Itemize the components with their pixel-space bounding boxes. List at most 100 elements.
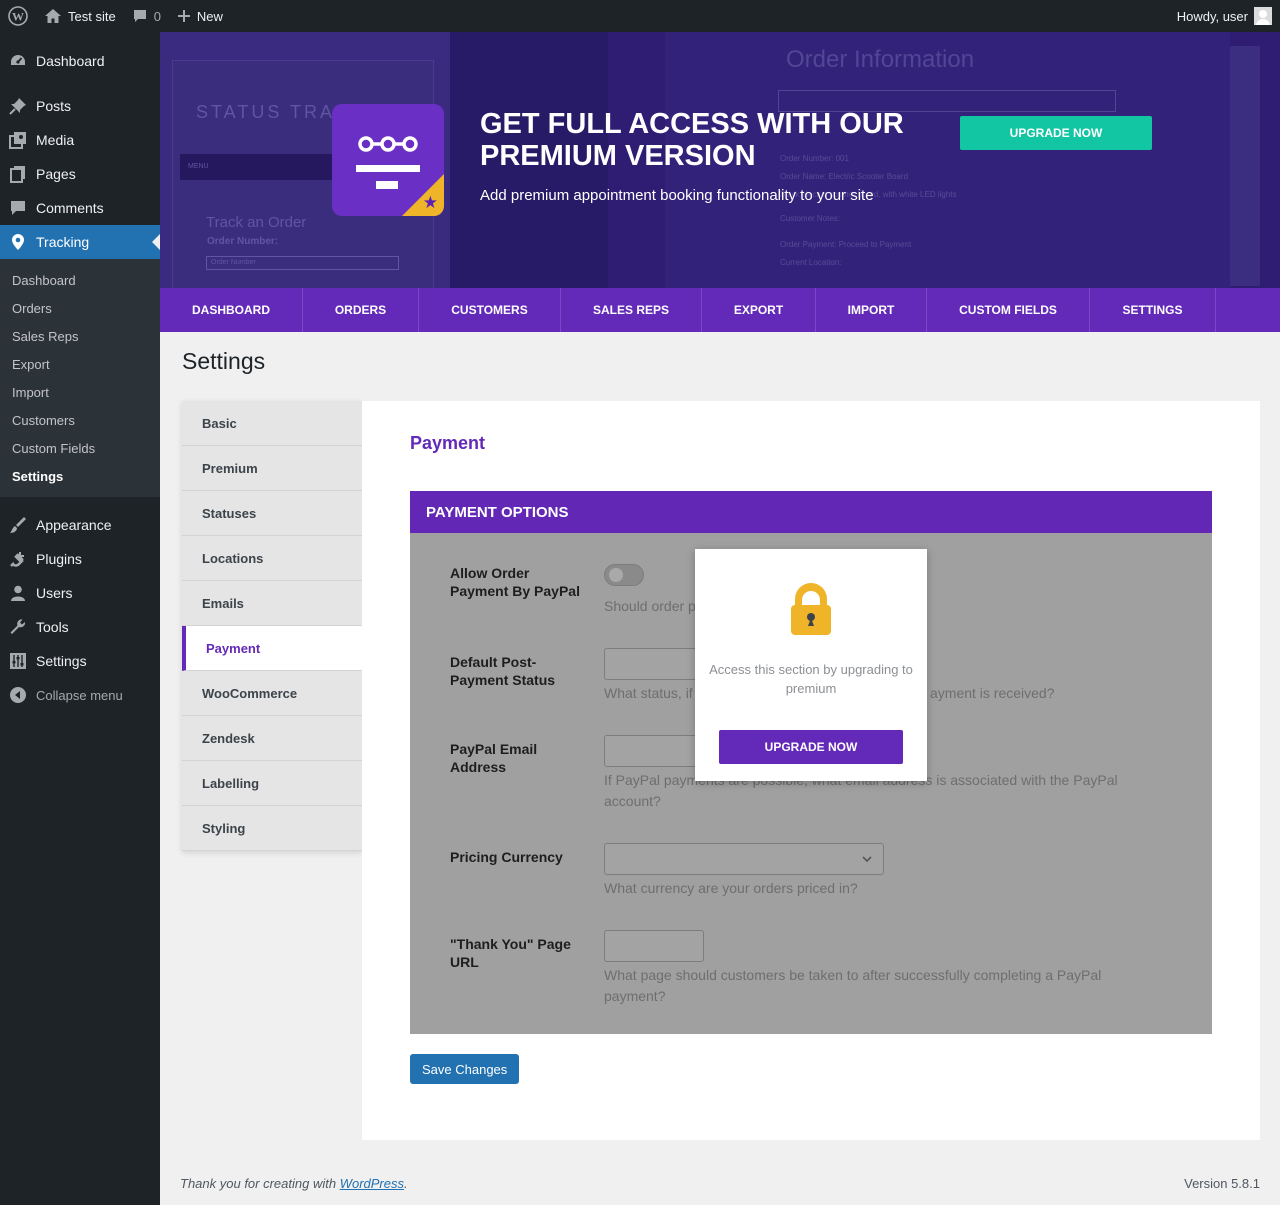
submenu-item-orders[interactable]: Orders bbox=[0, 294, 160, 322]
submenu-item-export[interactable]: Export bbox=[0, 350, 160, 378]
sliders-icon bbox=[8, 651, 28, 671]
tab-orders[interactable]: ORDERS bbox=[303, 288, 419, 332]
pages-icon bbox=[8, 164, 28, 184]
submenu-item-dashboard[interactable]: Dashboard bbox=[0, 266, 160, 294]
settings-tab-zendesk[interactable]: Zendesk bbox=[182, 716, 362, 761]
sidebar-item-dashboard[interactable]: Dashboard bbox=[0, 44, 160, 78]
page-title: Settings bbox=[182, 348, 266, 374]
save-changes-button[interactable]: Save Changes bbox=[410, 1054, 520, 1084]
chevron-down-icon bbox=[861, 850, 873, 871]
tab-custom-fields[interactable]: CUSTOM FIELDS bbox=[927, 288, 1090, 332]
sidebar-item-settings[interactable]: Settings bbox=[0, 644, 160, 678]
my-account-link[interactable]: Howdy, user bbox=[1169, 0, 1280, 32]
lock-icon bbox=[789, 579, 833, 640]
sidebar-item-comments[interactable]: Comments bbox=[0, 191, 160, 225]
settings-tab-emails[interactable]: Emails bbox=[182, 581, 362, 626]
howdy-text: Howdy, user bbox=[1176, 8, 1248, 24]
sidebar-item-posts[interactable]: Posts bbox=[0, 89, 160, 123]
avatar bbox=[1254, 7, 1272, 25]
sidebar-item-tracking[interactable]: Tracking bbox=[0, 225, 160, 259]
plugin-nav: DASHBOARD ORDERS CUSTOMERS SALES REPS EX… bbox=[160, 288, 1280, 332]
thank-you-url-input[interactable] bbox=[604, 930, 704, 962]
pushpin-icon bbox=[8, 96, 28, 116]
tab-export[interactable]: EXPORT bbox=[702, 288, 816, 332]
settings-tab-statuses[interactable]: Statuses bbox=[182, 491, 362, 536]
field-label-post-payment-status: Default Post-Payment Status bbox=[450, 654, 556, 688]
banner-title: GET FULL ACCESS WITH OUR PREMIUM VERSION bbox=[480, 108, 904, 172]
plugin-logo: ★ bbox=[332, 104, 444, 216]
premium-lock-overlay: Access this section by upgrading to prem… bbox=[695, 549, 927, 781]
field-label-pricing-currency: Pricing Currency bbox=[450, 849, 563, 865]
star-icon: ★ bbox=[422, 193, 438, 212]
settings-tab-labelling[interactable]: Labelling bbox=[182, 761, 362, 806]
collapse-menu-button[interactable]: Collapse menu bbox=[0, 678, 160, 712]
tab-dashboard[interactable]: DASHBOARD bbox=[160, 288, 303, 332]
tab-import[interactable]: IMPORT bbox=[816, 288, 927, 332]
comments-link[interactable]: 0 bbox=[124, 0, 169, 32]
sidebar-item-tools[interactable]: Tools bbox=[0, 610, 160, 644]
admin-bar: W Test site 0 New Howdy, user bbox=[0, 0, 1280, 32]
field-label-allow-paypal: Allow Order Payment By PayPal bbox=[450, 565, 580, 599]
pricing-currency-select[interactable] bbox=[604, 843, 884, 875]
submenu-item-custom-fields[interactable]: Custom Fields bbox=[0, 434, 160, 462]
settings-tabs: Basic Premium Statuses Locations Emails … bbox=[182, 401, 362, 851]
bg-status-text: STATUS TRA bbox=[196, 102, 336, 122]
settings-tab-payment[interactable]: Payment bbox=[182, 626, 362, 671]
banner-upgrade-button[interactable]: UPGRADE NOW bbox=[960, 116, 1152, 150]
panel-heading: Payment bbox=[410, 433, 486, 453]
field-desc-post-payment-right: ayment is received? bbox=[930, 685, 1055, 701]
submenu-item-import[interactable]: Import bbox=[0, 378, 160, 406]
collapse-arrow-icon bbox=[8, 685, 28, 705]
plus-icon bbox=[177, 9, 191, 23]
tab-customers[interactable]: CUSTOMERS bbox=[419, 288, 561, 332]
new-label: New bbox=[196, 8, 223, 24]
bg-order-number-label: Order Number: bbox=[207, 236, 279, 247]
wordpress-logo-button[interactable]: W bbox=[0, 0, 36, 32]
sidebar-item-plugins[interactable]: Plugins bbox=[0, 542, 160, 576]
submenu-item-sales-reps[interactable]: Sales Reps bbox=[0, 322, 160, 350]
comments-count: 0 bbox=[153, 8, 161, 24]
section-header: PAYMENT OPTIONS bbox=[410, 491, 1212, 533]
admin-sidebar: Dashboard Posts Media Pages Comments Tra… bbox=[0, 32, 160, 1205]
user-icon bbox=[8, 583, 28, 603]
submenu-item-customers[interactable]: Customers bbox=[0, 406, 160, 434]
brush-icon bbox=[8, 515, 28, 535]
settings-tab-locations[interactable]: Locations bbox=[182, 536, 362, 581]
svg-text:W: W bbox=[12, 10, 24, 24]
wrench-icon bbox=[8, 617, 28, 637]
sidebar-item-users[interactable]: Users bbox=[0, 576, 160, 610]
field-label-thank-you-url: "Thank You" Page URL bbox=[450, 936, 571, 970]
site-name-link[interactable]: Test site bbox=[36, 0, 124, 32]
settings-tab-woocommerce[interactable]: WooCommerce bbox=[182, 671, 362, 716]
sidebar-item-media[interactable]: Media bbox=[0, 123, 160, 157]
bg-track-text: Track an Order bbox=[206, 214, 307, 231]
tab-settings[interactable]: SETTINGS bbox=[1090, 288, 1216, 332]
wordpress-link[interactable]: WordPress bbox=[340, 1176, 404, 1191]
location-pin-icon bbox=[8, 232, 28, 252]
tab-sales-reps[interactable]: SALES REPS bbox=[561, 288, 702, 332]
media-icon bbox=[8, 130, 28, 150]
lock-upgrade-button[interactable]: UPGRADE NOW bbox=[719, 730, 903, 764]
home-icon bbox=[44, 8, 62, 24]
bg-order-information-text: Order Information bbox=[786, 46, 975, 73]
site-name: Test site bbox=[68, 8, 116, 24]
field-desc-post-payment-left: What status, if bbox=[604, 685, 693, 701]
footer-version: Version 5.8.1 bbox=[1184, 1176, 1260, 1191]
bg-order-field: Order Number bbox=[206, 256, 399, 270]
field-desc-thank-you-url: What page should customers be taken to a… bbox=[604, 967, 1102, 1004]
settings-tab-premium[interactable]: Premium bbox=[182, 446, 362, 491]
plugin-icon bbox=[8, 549, 28, 569]
submenu-item-settings[interactable]: Settings bbox=[0, 462, 160, 490]
settings-tab-basic[interactable]: Basic bbox=[182, 401, 362, 446]
sidebar-item-appearance[interactable]: Appearance bbox=[0, 508, 160, 542]
sidebar-item-pages[interactable]: Pages bbox=[0, 157, 160, 191]
settings-tab-styling[interactable]: Styling bbox=[182, 806, 362, 851]
allow-paypal-toggle[interactable] bbox=[604, 564, 644, 586]
post-payment-status-select[interactable] bbox=[604, 648, 704, 680]
new-content-link[interactable]: New bbox=[169, 0, 231, 32]
comment-bubble-icon bbox=[132, 8, 148, 24]
paypal-email-input[interactable] bbox=[604, 735, 704, 767]
lock-message: Access this section by upgrading to prem… bbox=[709, 662, 913, 696]
premium-banner: STATUS TRA MENU Track an Order Order Num… bbox=[160, 32, 1280, 288]
field-label-paypal-email: PayPal Email Address bbox=[450, 741, 538, 775]
